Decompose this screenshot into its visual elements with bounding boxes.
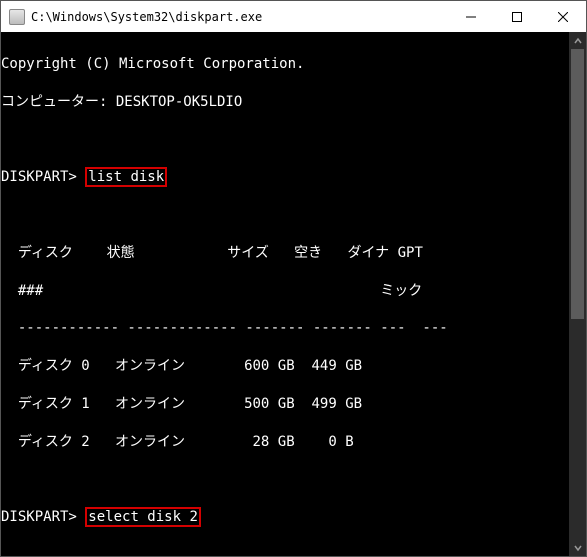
chevron-up-icon (574, 37, 582, 45)
console-area[interactable]: Copyright (C) Microsoft Corporation. コンピ… (1, 32, 586, 556)
table-header-2: ### ミック (1, 282, 582, 301)
maximize-icon (512, 12, 522, 22)
table-row: ディスク 0 オンライン 600 GB 449 GB (1, 357, 582, 376)
diskpart-window: C:\Windows\System32\diskpart.exe Copyrig… (0, 0, 587, 557)
table-row: ディスク 2 オンライン 28 GB 0 B (1, 433, 582, 452)
copyright-line: Copyright (C) Microsoft Corporation. (1, 55, 582, 74)
scroll-up-button[interactable] (569, 32, 586, 49)
minimize-icon (466, 12, 476, 22)
highlight-list-disk: list disk (85, 167, 167, 187)
scroll-thumb[interactable] (571, 49, 584, 319)
cmd-list-disk: DISKPART> list disk (1, 168, 582, 187)
table-row: ディスク 1 オンライン 500 GB 499 GB (1, 395, 582, 414)
title-text: C:\Windows\System32\diskpart.exe (31, 10, 262, 24)
highlight-select-disk: select disk 2 (85, 507, 201, 527)
close-button[interactable] (540, 1, 586, 32)
scroll-down-button[interactable] (569, 539, 586, 556)
chevron-down-icon (574, 544, 582, 552)
close-icon (558, 12, 568, 22)
table-sep: ------------ ------------- ------- -----… (1, 319, 582, 338)
maximize-button[interactable] (494, 1, 540, 32)
console-output: Copyright (C) Microsoft Corporation. コンピ… (1, 36, 582, 556)
minimize-button[interactable] (448, 1, 494, 32)
computer-line: コンピューター: DESKTOP-OK5LDIO (1, 93, 582, 112)
cmd-icon (9, 9, 25, 25)
cmd-select-disk: DISKPART> select disk 2 (1, 508, 582, 527)
scroll-track[interactable] (569, 49, 586, 539)
scrollbar[interactable] (569, 32, 586, 556)
table-header-1: ディスク 状態 サイズ 空き ダイナ GPT (1, 244, 582, 263)
titlebar[interactable]: C:\Windows\System32\diskpart.exe (1, 1, 586, 32)
